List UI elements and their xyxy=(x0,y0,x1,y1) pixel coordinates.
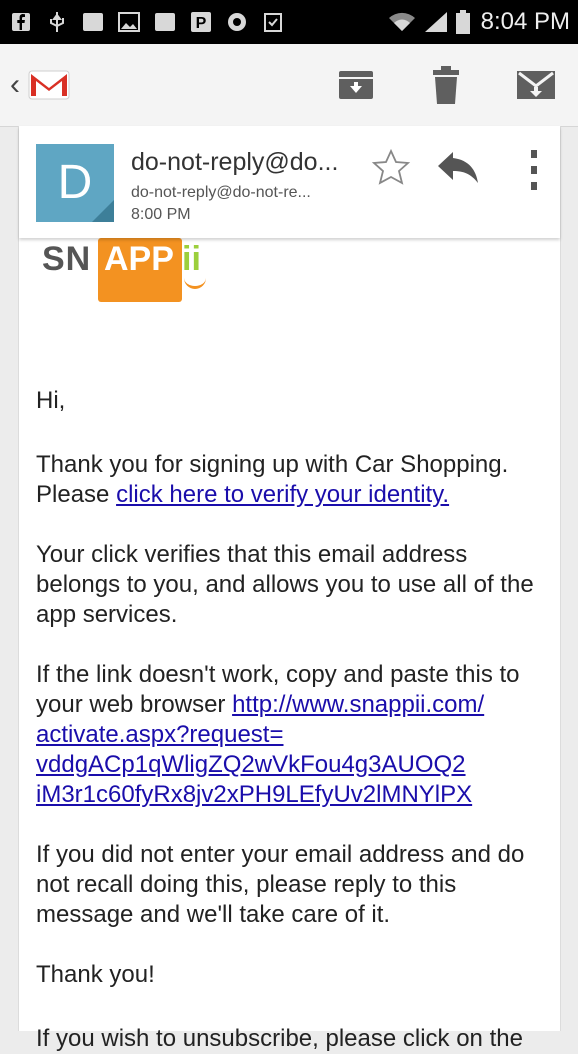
avatar-fold xyxy=(92,200,114,222)
photo-icon xyxy=(226,11,248,33)
paragraph-unsubscribe: If you wish to unsubscribe, please click… xyxy=(36,1025,523,1052)
message-header: D do-not-reply@do... do-not-reply@do-not… xyxy=(19,126,560,238)
delete-icon xyxy=(433,66,459,104)
archive-button[interactable] xyxy=(334,63,378,107)
activation-url-part: activate.aspx?request= xyxy=(36,721,284,748)
app-bar: ‹ xyxy=(0,44,578,127)
logo-smile xyxy=(184,278,206,289)
battery-full-icon xyxy=(82,11,104,33)
status-time: 8:04 PM xyxy=(480,8,570,35)
wifi-icon xyxy=(387,11,417,33)
status-bar: P 8:04 PM xyxy=(0,0,578,44)
star-icon[interactable] xyxy=(371,148,411,188)
logo-text-app: APP xyxy=(104,240,174,278)
more-vert-icon[interactable] xyxy=(519,148,549,192)
svg-text:P: P xyxy=(196,15,207,32)
chevron-left-icon: ‹ xyxy=(10,68,20,101)
verify-identity-link[interactable]: click here to verify your identity. xyxy=(116,481,449,508)
snappii-logo: SN APP ii xyxy=(42,238,222,302)
mark-unread-icon xyxy=(517,71,555,99)
usb-icon xyxy=(46,11,68,33)
battery-icon xyxy=(455,10,471,34)
facebook-icon xyxy=(10,11,32,33)
paragraph-thank-you: Thank you! xyxy=(36,961,155,988)
paragraph-verify-info: Your click verifies that this email addr… xyxy=(36,541,534,628)
snappii-icon xyxy=(154,11,176,33)
archive-icon xyxy=(339,71,373,99)
p-icon: P xyxy=(190,11,212,33)
paragraph-thanks-signup: Thank you for signing up with Car Shoppi… xyxy=(36,450,551,510)
message-body: SN APP ii Hi, Thank you for signing up w… xyxy=(19,238,560,1052)
signal-icon xyxy=(423,11,449,33)
gallery-icon xyxy=(118,11,140,33)
activation-url-part: http://www.snappii.com/ xyxy=(232,691,485,718)
message-card: D do-not-reply@do... do-not-reply@do-not… xyxy=(18,126,561,1052)
back-button[interactable]: ‹ xyxy=(0,68,70,102)
delete-button[interactable] xyxy=(424,63,468,107)
paragraph-not-you: If you did not enter your email address … xyxy=(36,841,525,928)
clipboard-check-icon xyxy=(262,11,284,33)
avatar[interactable]: D xyxy=(36,144,114,222)
sent-time: 8:00 PM xyxy=(131,206,191,223)
logo-text-ii: ii xyxy=(182,240,201,278)
reply-icon[interactable] xyxy=(437,150,479,186)
mark-unread-button[interactable] xyxy=(514,63,558,107)
logo-text-sn: SN xyxy=(42,240,92,278)
gmail-icon xyxy=(28,70,70,100)
greeting: Hi, xyxy=(36,387,66,414)
activation-url-part: iM3r1c60fyRx8jv2xPH9LEfyUv2lMNYlPX xyxy=(36,781,473,808)
paragraph-copy-link: If the link doesn't work, copy and paste… xyxy=(36,660,551,810)
sender-email: do-not-reply@do-not-re... xyxy=(131,184,311,201)
sender-name[interactable]: do-not-reply@do... xyxy=(131,148,338,177)
activation-url-part: vddgACp1qWligZQ2wVkFou4g3AUOQ2 xyxy=(36,751,466,778)
